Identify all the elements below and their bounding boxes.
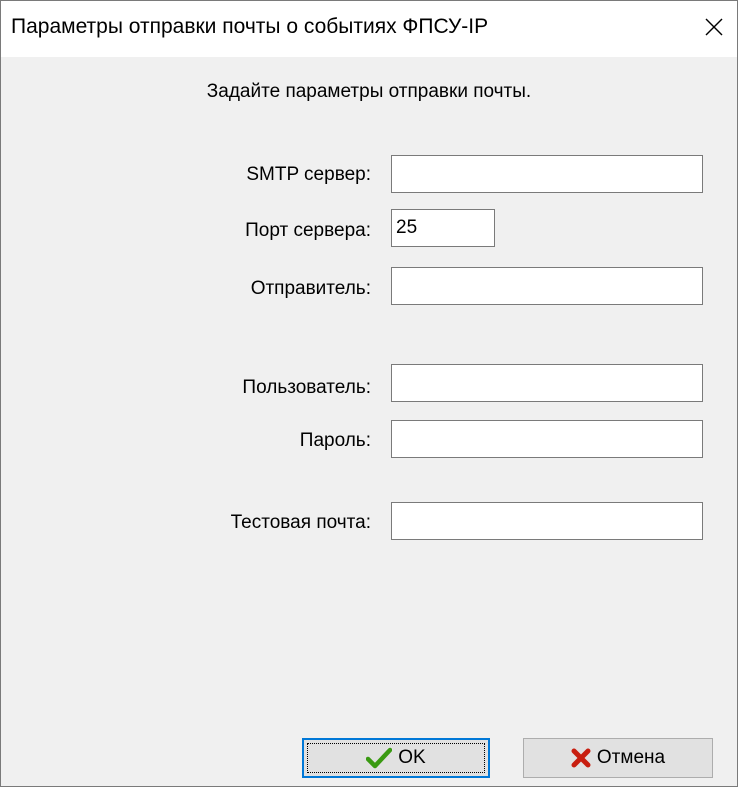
smtp-server-label: SMTP сервер: [246,164,371,185]
server-port-input[interactable] [391,209,495,247]
server-port-label: Порт сервера: [245,220,371,241]
close-icon [705,18,723,41]
smtp-server-input[interactable] [391,155,703,193]
test-mail-input[interactable] [391,502,703,540]
instruction-text: Задайте параметры отправки почты. [206,81,532,102]
user-label: Пользователь: [242,377,371,398]
close-button[interactable] [691,1,737,57]
user-input[interactable] [391,364,703,402]
sender-label: Отправитель: [250,278,371,299]
dialog-window: Параметры отправки почты о событиях ФПСУ… [0,0,738,787]
sender-input[interactable] [391,267,703,305]
focus-ring [307,743,485,773]
title-bar[interactable]: Параметры отправки почты о событиях ФПСУ… [1,1,737,57]
cross-icon [571,748,591,768]
test-mail-label: Тестовая почта: [230,512,371,533]
ok-button[interactable]: OK [302,738,490,778]
window-title: Параметры отправки почты о событиях ФПСУ… [11,15,489,38]
cancel-button[interactable]: Отмена [523,738,713,778]
password-label: Пароль: [299,430,371,451]
cancel-button-label: Отмена [596,747,666,768]
password-input[interactable] [391,420,703,458]
